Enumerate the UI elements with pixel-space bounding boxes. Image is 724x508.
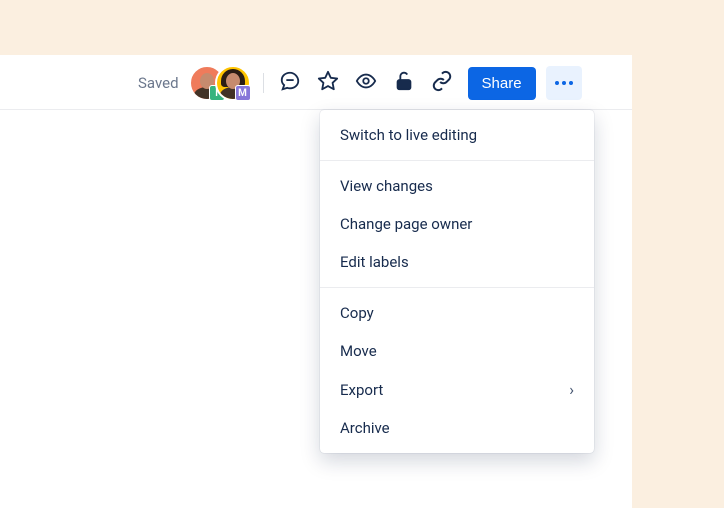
menu-item-view-changes[interactable]: View changes [320, 167, 594, 205]
link-icon [431, 70, 453, 96]
menu-item-archive[interactable]: Archive [320, 409, 594, 447]
comment-icon [279, 70, 301, 96]
copy-link-button[interactable] [426, 67, 458, 99]
comments-button[interactable] [274, 67, 306, 99]
presence-avatar-stack[interactable]: I M [189, 65, 251, 101]
menu-item-move[interactable]: Move [320, 332, 594, 370]
menu-item-change-page-owner[interactable]: Change page owner [320, 205, 594, 243]
more-actions-menu: Switch to live editing View changes Chan… [320, 110, 594, 453]
menu-item-export[interactable]: Export › [320, 370, 594, 409]
more-actions-button[interactable] [546, 66, 582, 100]
saved-status: Saved [138, 74, 179, 92]
vertical-divider [263, 73, 264, 93]
share-button[interactable]: Share [468, 67, 536, 100]
menu-separator [320, 287, 594, 288]
menu-item-label: View changes [340, 177, 433, 195]
menu-separator [320, 160, 594, 161]
menu-item-switch-live-editing[interactable]: Switch to live editing [320, 116, 594, 154]
menu-item-label: Switch to live editing [340, 126, 477, 144]
unlock-icon [393, 70, 415, 96]
menu-item-copy[interactable]: Copy [320, 294, 594, 332]
star-button[interactable] [312, 67, 344, 99]
menu-item-label: Change page owner [340, 215, 472, 233]
menu-item-label: Archive [340, 419, 390, 437]
menu-item-edit-labels[interactable]: Edit labels [320, 243, 594, 281]
page-toolbar: Saved I M [138, 63, 624, 103]
ellipsis-icon [555, 81, 573, 85]
watch-button[interactable] [350, 67, 382, 99]
chevron-right-icon: › [569, 380, 574, 399]
star-icon [317, 70, 339, 96]
menu-item-label: Export [340, 381, 383, 399]
menu-item-label: Move [340, 342, 377, 360]
menu-item-label: Copy [340, 304, 374, 322]
menu-item-label: Edit labels [340, 253, 409, 271]
avatar[interactable]: M [215, 65, 251, 101]
restrictions-button[interactable] [388, 67, 420, 99]
avatar-badge: M [235, 85, 251, 101]
eye-icon [355, 70, 377, 96]
